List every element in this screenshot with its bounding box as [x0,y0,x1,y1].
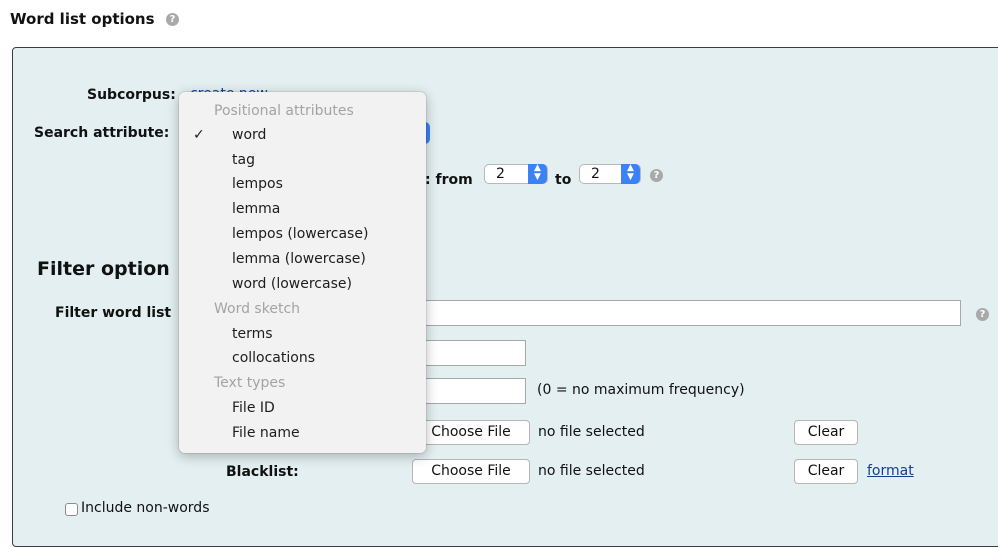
dropdown-item-lempos[interactable]: lempos [232,176,283,192]
help-icon[interactable]: ? [976,308,989,321]
blacklist-clear-button[interactable]: Clear [794,459,858,484]
ngram-to-label: to [555,172,572,188]
filter-word-list-label: Filter word list [55,305,172,321]
include-nonwords-label: Include non-words [81,500,210,516]
ngram-to-select[interactable]: 2 ▲ ▼ [579,164,641,184]
dropdown-item-file-id[interactable]: File ID [232,400,275,416]
whitelist-choose-file-button[interactable]: Choose File [412,420,530,445]
subcorpus-label: Subcorpus: [87,87,176,103]
checkmark-icon: ✓ [193,127,205,143]
search-attribute-dropdown-menu: Positional attributes ✓ word tag lempos … [179,92,426,453]
whitelist-file-status: no file selected [538,424,645,440]
search-attribute-label: Search attribute: [34,125,170,141]
dropdown-group-header: Text types [214,375,286,391]
blacklist-choose-file-button[interactable]: Choose File [412,459,530,484]
dropdown-item-word[interactable]: word [232,127,266,143]
help-icon[interactable]: ? [166,13,179,26]
blacklist-format-link[interactable]: format [867,463,914,479]
min-freq-input[interactable] [420,340,526,366]
page-title: Word list options [10,10,155,28]
blacklist-label: Blacklist: [226,464,299,480]
whitelist-clear-button[interactable]: Clear [794,420,858,445]
ngram-from-select[interactable]: 2 ▲ ▼ [484,164,548,184]
include-nonwords-checkbox[interactable] [65,503,78,516]
dropdown-item-lemma-lowercase[interactable]: lemma (lowercase) [232,251,366,267]
dropdown-item-tag[interactable]: tag [232,152,255,168]
up-down-arrows-icon: ▲ ▼ [528,164,547,184]
blacklist-file-status: no file selected [538,463,645,479]
dropdown-group-header: Word sketch [214,301,301,317]
dropdown-item-file-name[interactable]: File name [232,425,300,441]
ngram-from-value: 2 [496,166,505,182]
dropdown-item-terms[interactable]: terms [232,326,273,342]
up-down-arrows-icon: ▲ ▼ [621,164,640,184]
ngram-to-value: 2 [591,166,600,182]
filter-options-heading: Filter option [37,258,170,280]
dropdown-item-lempos-lowercase[interactable]: lempos (lowercase) [232,226,368,242]
dropdown-item-lemma[interactable]: lemma [232,201,280,217]
max-freq-input[interactable] [420,378,526,404]
page-title-text: Word list options [10,10,155,28]
dropdown-group-header: Positional attributes [214,103,354,119]
dropdown-item-collocations[interactable]: collocations [232,350,315,366]
filter-word-list-input[interactable] [420,300,961,326]
max-freq-note: (0 = no maximum frequency) [537,382,745,398]
dropdown-item-word-lowercase[interactable]: word (lowercase) [232,276,352,292]
ngram-from-label: : from [425,172,473,188]
help-icon[interactable]: ? [650,169,663,182]
